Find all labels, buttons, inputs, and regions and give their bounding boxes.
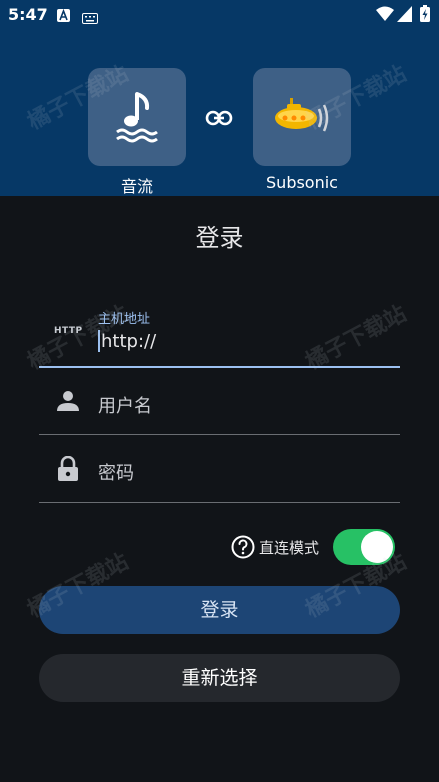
signal-icon xyxy=(397,6,412,26)
subsonic-submarine-icon xyxy=(273,96,331,142)
host-input[interactable]: http:// xyxy=(98,330,156,352)
wifi-icon xyxy=(376,6,394,26)
person-icon xyxy=(57,390,79,416)
page-title: 登录 xyxy=(195,224,244,252)
direct-mode-row: 直连模式 xyxy=(231,529,319,565)
login-button[interactable]: 登录 xyxy=(39,586,400,634)
link-icon xyxy=(205,106,233,134)
reselect-button[interactable]: 重新选择 xyxy=(39,654,400,702)
status-bar: 5:47 xyxy=(0,0,439,30)
toggle-knob xyxy=(361,531,393,563)
app-label-subsonic: Subsonic xyxy=(266,173,338,192)
app-tile-yinliu[interactable] xyxy=(88,68,186,166)
username-field[interactable]: 用户名 xyxy=(39,378,400,435)
music-note-wave-icon xyxy=(115,90,159,148)
status-time: 5:47 xyxy=(8,5,48,24)
password-placeholder: 密码 xyxy=(98,463,134,484)
password-field[interactable]: 密码 xyxy=(39,444,400,503)
keyboard-icon xyxy=(82,9,98,28)
http-prefix-badge: HTTP xyxy=(54,326,83,336)
host-label: 主机地址 xyxy=(98,312,151,327)
app-label-yinliu: 音流 xyxy=(120,177,153,196)
battery-charging-icon xyxy=(420,5,430,26)
lock-icon xyxy=(57,455,79,486)
app-tile-subsonic[interactable] xyxy=(253,68,351,166)
a-notification-icon xyxy=(57,7,70,26)
text-caret xyxy=(98,330,100,352)
direct-mode-label: 直连模式 xyxy=(259,538,320,557)
host-input-value: http:// xyxy=(101,330,157,352)
username-placeholder: 用户名 xyxy=(98,396,152,417)
help-circle-icon[interactable] xyxy=(231,535,255,559)
host-field[interactable]: HTTP 主机地址 http:// xyxy=(39,300,400,368)
direct-mode-toggle[interactable] xyxy=(333,529,395,565)
